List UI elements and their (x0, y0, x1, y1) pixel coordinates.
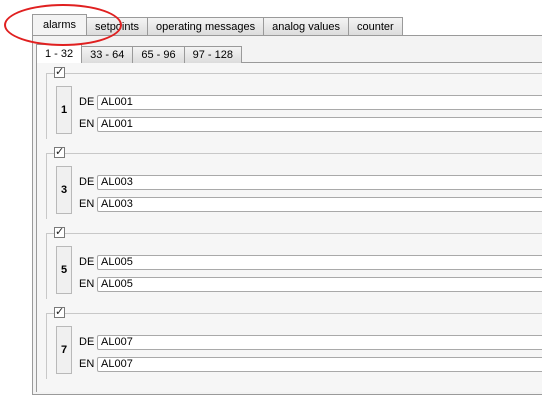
en-row: EN AL003 (79, 196, 542, 212)
de-text-field[interactable]: AL005 (97, 254, 542, 270)
en-label: EN (79, 358, 95, 370)
en-text-field[interactable]: AL001 (97, 116, 542, 132)
enable-checkbox[interactable] (54, 145, 65, 158)
en-text-field[interactable]: AL007 (97, 356, 542, 372)
tab-range-33-64[interactable]: 33 - 64 (81, 46, 134, 63)
alarm-group: 5 DE AL005 EN AL005 (44, 225, 542, 299)
en-row: EN AL007 (79, 356, 542, 372)
de-label: DE (79, 336, 95, 348)
tab-analog-values[interactable]: analog values (263, 17, 349, 35)
tab-range-65-96[interactable]: 65 - 96 (132, 46, 185, 63)
range-tab-bar: 1 - 32 33 - 64 65 - 96 97 - 128 (36, 44, 243, 63)
alarm-number: 3 (56, 166, 72, 214)
en-label: EN (79, 278, 95, 290)
tab-range-1-32[interactable]: 1 - 32 (36, 44, 83, 63)
en-row: EN AL005 (79, 276, 542, 292)
de-label: DE (79, 256, 95, 268)
enable-checkbox[interactable] (54, 225, 65, 238)
tab-counter[interactable]: counter (348, 17, 403, 35)
alarm-number: 1 (56, 86, 72, 134)
alarm-group: 7 DE AL007 EN AL007 (44, 305, 542, 379)
de-row: DE AL007 (79, 334, 542, 350)
tab-setpoints[interactable]: setpoints (86, 17, 149, 35)
de-text-field[interactable]: AL003 (97, 174, 542, 190)
en-text-field[interactable]: AL003 (97, 196, 542, 212)
tab-alarms[interactable]: alarms (32, 14, 88, 35)
de-label: DE (79, 96, 95, 108)
en-label: EN (79, 198, 95, 210)
enable-checkbox[interactable] (54, 65, 65, 78)
alarm-number: 5 (56, 246, 72, 294)
de-row: DE AL001 (79, 94, 542, 110)
alarm-number: 7 (56, 326, 72, 374)
de-text-field[interactable]: AL001 (97, 94, 542, 110)
de-row: DE AL005 (79, 254, 542, 270)
alarm-group: 1 DE AL001 EN AL001 (44, 65, 542, 139)
en-text-field[interactable]: AL005 (97, 276, 542, 292)
de-text-field[interactable]: AL007 (97, 334, 542, 350)
enable-checkbox[interactable] (54, 305, 65, 318)
alarm-group: 3 DE AL003 EN AL003 (44, 145, 542, 219)
de-label: DE (79, 176, 95, 188)
en-row: EN AL001 (79, 116, 542, 132)
de-row: DE AL003 (79, 174, 542, 190)
tab-range-97-128[interactable]: 97 - 128 (183, 46, 243, 63)
en-label: EN (79, 118, 95, 130)
tab-operating-messages[interactable]: operating messages (147, 17, 265, 35)
main-tab-bar: alarms setpoints operating messages anal… (32, 14, 403, 35)
